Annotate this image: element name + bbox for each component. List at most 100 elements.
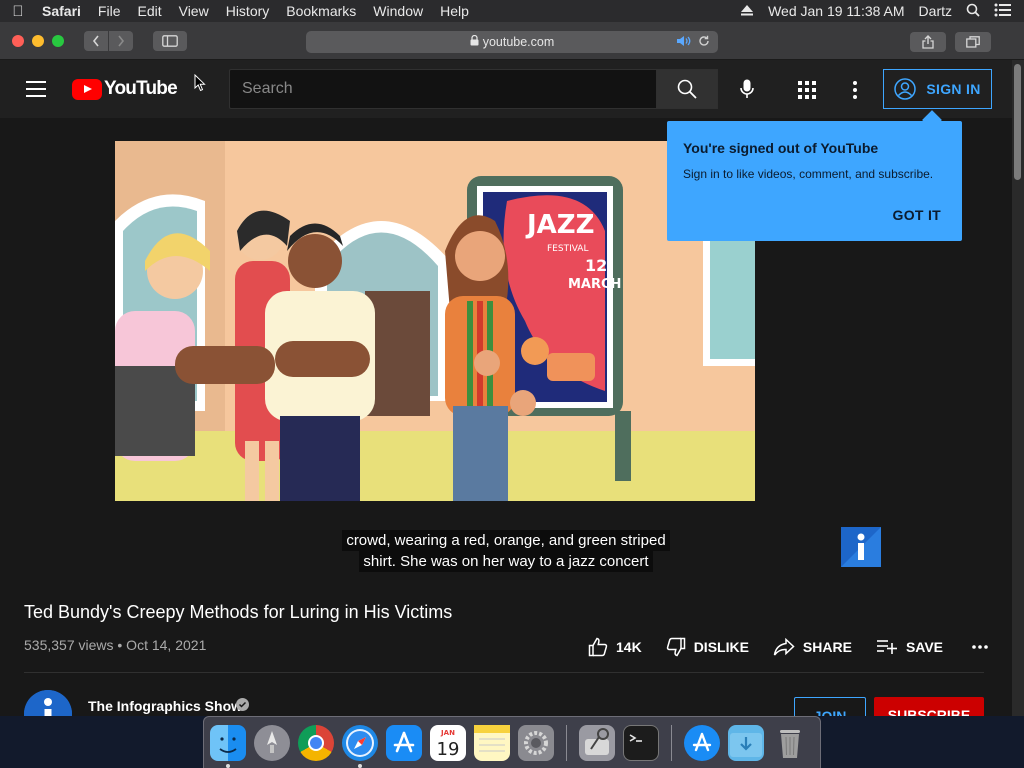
youtube-header: YouTube SIGN IN [0,60,1012,118]
search-icon [677,79,697,99]
terminal-icon[interactable] [623,724,659,761]
share-arrow-icon [773,638,795,656]
tooltip-body: Sign in to like videos, comment, and sub… [683,167,934,181]
hamburger-menu-icon[interactable] [26,81,46,97]
caption-line-1: crowd, wearing a red, orange, and green … [342,530,670,551]
more-vertical-icon [853,81,857,99]
control-center-icon[interactable] [994,3,1012,20]
system-preferences-icon[interactable] [518,724,554,761]
lock-icon [470,34,479,49]
save-label: SAVE [905,639,944,655]
menu-history[interactable]: History [217,0,278,22]
more-horizontal-icon [972,645,988,649]
search-box [229,69,656,109]
downloads-folder-icon[interactable] [728,724,764,761]
sidebar-icon [162,34,178,47]
apple-menu-icon[interactable]:  [0,3,36,20]
disk-utility-icon[interactable] [579,724,615,761]
address-url: youtube.com [482,35,555,49]
page-scrollbar[interactable] [1012,60,1024,716]
mouse-cursor-icon [194,73,206,97]
zoom-window-icon[interactable] [52,34,64,47]
spotlight-search-icon[interactable] [966,3,980,20]
app-store-downloads-icon[interactable] [684,724,720,761]
menu-file[interactable]: File [89,0,129,22]
poster-date: 12 [585,256,607,275]
dock-separator [566,724,567,761]
minimize-window-icon[interactable] [32,34,44,47]
section-divider [24,672,984,673]
address-bar[interactable]: youtube.com [306,31,718,53]
settings-menu-button[interactable] [843,78,867,102]
menu-bookmarks[interactable]: Bookmarks [278,0,365,22]
dislike-button[interactable]: DISLIKE [666,637,749,657]
sign-in-label: SIGN IN [926,81,981,97]
show-tabs-button[interactable] [955,32,991,52]
dock-separator [671,724,672,761]
share-page-button[interactable] [910,32,946,52]
youtube-apps-button[interactable] [795,78,819,102]
video-title: Ted Bundy's Creepy Methods for Luring in… [24,602,453,622]
menubar-clock[interactable]: Wed Jan 19 11:38 AM [768,3,904,19]
chrome-icon[interactable] [298,724,334,761]
share-label: SHARE [802,639,852,655]
window-controls [0,34,64,47]
menu-view[interactable]: View [170,0,217,22]
search-button[interactable] [656,69,718,109]
speaker-icon[interactable] [676,35,692,50]
like-button[interactable]: 14K [588,637,642,657]
eject-icon[interactable] [740,3,754,19]
poster-heading: JAZZ [525,210,595,240]
account-circle-icon [894,78,917,100]
more-actions-button[interactable] [971,644,989,650]
signed-out-tooltip: You're signed out of YouTube Sign in to … [667,121,962,241]
channel-name[interactable]: The Infographics Show [88,698,242,714]
sign-in-button[interactable]: SIGN IN [883,69,992,109]
launchpad-icon[interactable] [254,724,290,761]
poster-month: MARCH [568,277,621,292]
verified-badge-icon [236,698,249,711]
playlist-add-icon [876,640,897,654]
sidebar-toggle-button[interactable] [153,30,187,51]
menubar-user[interactable]: Dartz [919,3,952,19]
safari-icon[interactable] [342,724,378,768]
chevron-left-icon [92,35,99,46]
menu-help[interactable]: Help [432,0,478,22]
poster-subheading: FESTIVAL [547,244,588,254]
apps-grid-icon [798,81,816,99]
voice-search-button[interactable] [734,76,760,102]
forward-button[interactable] [109,30,133,51]
tabs-overview-icon [966,36,980,48]
menu-app-safari[interactable]: Safari [36,0,89,22]
notes-icon[interactable] [474,724,510,761]
back-button[interactable] [84,30,108,51]
video-player[interactable]: JAZZ FESTIVAL 12 MARCH [115,141,755,501]
video-views-date: 535,357 views • Oct 14, 2021 [24,637,207,653]
share-video-button[interactable]: SHARE [773,638,852,656]
youtube-play-icon [72,78,102,100]
youtube-logo[interactable]: YouTube [72,78,178,100]
like-count: 14K [616,639,642,655]
calendar-icon[interactable]: JAN 19 [430,724,466,761]
menu-window[interactable]: Window [365,0,432,22]
menu-edit[interactable]: Edit [129,0,170,22]
caption-line-2: shirt. She was on her way to a jazz conc… [359,551,653,572]
microphone-icon [740,79,754,98]
video-frame-illustration: JAZZ FESTIVAL 12 MARCH [115,141,755,501]
save-to-playlist-button[interactable]: SAVE [876,639,943,655]
scrollbar-thumb[interactable] [1014,64,1021,180]
finder-icon[interactable] [210,724,246,768]
safari-toolbar: youtube.com + [0,22,1024,79]
video-actions: 14K DISLIKE SHARE SAVE [588,637,1013,657]
close-window-icon[interactable] [12,34,24,47]
app-store-icon[interactable] [386,724,422,761]
chevron-right-icon [118,35,125,46]
trash-icon[interactable] [772,725,808,761]
got-it-button[interactable]: GOT IT [893,207,941,223]
share-icon [922,35,934,49]
channel-watermark-icon[interactable] [841,527,881,567]
menu-bar:  Safari File Edit View History Bookmark… [0,0,1024,22]
search-input[interactable] [242,80,656,98]
youtube-wordmark: YouTube [104,78,178,99]
reload-icon[interactable] [698,35,710,50]
